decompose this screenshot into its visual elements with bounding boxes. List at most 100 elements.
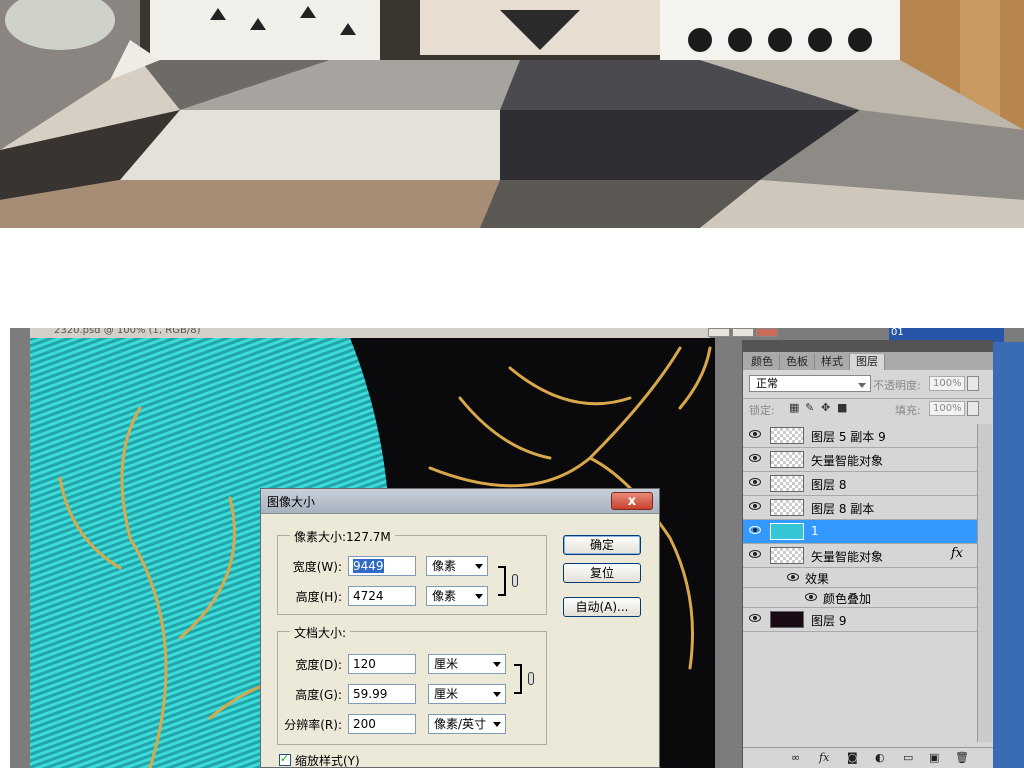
lock-all-icon[interactable]: ■ <box>837 401 847 414</box>
tab-color[interactable]: 颜色 <box>745 354 780 370</box>
pixel-width-value: 9449 <box>353 559 384 573</box>
lock-transparency-icon[interactable]: ▦ <box>789 401 799 414</box>
chevron-down-icon <box>493 722 501 727</box>
layer-thumbnail <box>770 475 804 492</box>
constrain-bracket <box>498 566 506 596</box>
dialog-title: 图像大小 <box>267 494 316 509</box>
visibility-eye-icon[interactable] <box>749 550 761 558</box>
pixel-height-input[interactable]: 4724 <box>348 586 416 606</box>
trash-icon[interactable]: 🗑 <box>955 751 969 764</box>
effect-item-row[interactable]: 颜色叠加 <box>743 588 977 608</box>
visibility-eye-icon[interactable] <box>805 593 817 601</box>
doc-width-unit: 厘米 <box>434 657 459 671</box>
doc-width-input[interactable]: 120 <box>348 654 416 674</box>
resolution-input[interactable]: 200 <box>348 714 416 734</box>
pixel-height-label: 高度(H): <box>295 590 342 604</box>
layer-thumbnail <box>770 427 804 444</box>
opacity-slider-button[interactable] <box>967 376 979 391</box>
pixel-height-unit-select[interactable]: 像素 <box>426 586 488 606</box>
lock-label: 锁定: <box>749 404 775 417</box>
effects-row[interactable]: 效果 <box>743 568 977 588</box>
fx-icon[interactable]: fx <box>951 546 963 561</box>
lock-row: 锁定: ▦ ✎ ✥ ■ 填充: 100% <box>743 398 993 421</box>
right-edge-strip <box>992 342 1024 768</box>
doc-height-input[interactable]: 59.99 <box>348 684 416 704</box>
bedroom-photo <box>0 0 1024 228</box>
layer-name: 矢量智能对象 <box>811 550 884 564</box>
new-layer-icon[interactable]: ▣ <box>929 751 939 764</box>
layer-row-selected[interactable]: 1 <box>743 520 977 544</box>
doc-height-unit-select[interactable]: 厘米 <box>428 684 506 704</box>
layers-list: 图层 5 副本 9 矢量智能对象 图层 8 图层 8 副本 1 矢量智能对象 f… <box>743 424 977 632</box>
panel-tabs: 颜色 色板 样式 图层 <box>743 352 993 370</box>
blend-row: 正常 不透明度: 100% <box>743 372 993 396</box>
scale-styles-checkbox[interactable] <box>279 752 291 766</box>
document-size-legend: 文档大小: <box>290 624 351 641</box>
maximize-button[interactable] <box>732 328 754 337</box>
layer-name: 图层 8 <box>811 478 847 492</box>
layer-row[interactable]: 图层 8 副本 <box>743 496 977 520</box>
visibility-eye-icon[interactable] <box>787 573 799 581</box>
lock-paint-icon[interactable]: ✎ <box>805 401 814 414</box>
visibility-eye-icon[interactable] <box>749 430 761 438</box>
tab-styles[interactable]: 样式 <box>815 354 850 370</box>
layer-row[interactable]: 图层 9 <box>743 608 977 632</box>
panel-bottom-toolbar: ∞ fx ◙ ◐ ▭ ▣ 🗑 <box>743 747 993 768</box>
link-icon[interactable]: ∞ <box>791 751 800 764</box>
auto-button[interactable]: 自动(A)... <box>563 597 641 617</box>
dialog-titlebar: 图像大小 <box>261 489 659 514</box>
minimize-button[interactable] <box>708 328 730 337</box>
ok-button[interactable]: 确定 <box>563 535 641 555</box>
visibility-eye-icon[interactable] <box>749 502 761 510</box>
blend-mode-select[interactable]: 正常 <box>749 375 871 392</box>
adjustment-icon[interactable]: ◐ <box>875 751 885 764</box>
visibility-eye-icon[interactable] <box>749 478 761 486</box>
layer-name: 1 <box>811 524 819 538</box>
fx-icon[interactable]: fx <box>819 751 829 764</box>
visibility-eye-icon[interactable] <box>749 526 761 534</box>
tab-swatches[interactable]: 色板 <box>780 354 815 370</box>
resolution-unit-select[interactable]: 像素/英寸 <box>428 714 506 734</box>
constrain-bracket <box>514 664 522 694</box>
layer-name: 图层 8 副本 <box>811 502 875 516</box>
doc-width-label: 宽度(D): <box>295 658 342 672</box>
layer-row[interactable]: 矢量智能对象 fx <box>743 544 977 568</box>
layer-thumbnail <box>770 451 804 468</box>
doc-height-unit: 厘米 <box>434 687 459 701</box>
fill-label: 填充: <box>895 404 921 417</box>
layer-thumbnail <box>770 523 804 540</box>
panel-header <box>743 340 993 352</box>
chevron-down-icon <box>493 692 501 697</box>
lock-move-icon[interactable]: ✥ <box>821 401 830 414</box>
pixel-height-unit: 像素 <box>432 589 457 603</box>
fill-slider-button[interactable] <box>967 401 979 416</box>
doc-width-unit-select[interactable]: 厘米 <box>428 654 506 674</box>
layer-row[interactable]: 图层 5 副本 9 <box>743 424 977 448</box>
layers-scrollbar[interactable] <box>977 424 992 742</box>
folder-icon[interactable]: ▭ <box>903 751 913 764</box>
opacity-label: 不透明度: <box>873 379 921 392</box>
close-document-button[interactable] <box>756 328 778 337</box>
tab-layers[interactable]: 图层 <box>850 354 885 370</box>
fill-field[interactable]: 100% <box>929 401 965 416</box>
layer-row[interactable]: 矢量智能对象 <box>743 448 977 472</box>
visibility-eye-icon[interactable] <box>749 454 761 462</box>
chevron-down-icon <box>858 383 866 388</box>
chain-link-icon <box>512 574 518 587</box>
opacity-field[interactable]: 100% <box>929 376 965 391</box>
close-button[interactable]: x <box>611 492 653 510</box>
image-size-dialog: 图像大小 x 像素大小:127.7M 宽度(W): 9449 像素 高度(H):… <box>260 488 660 768</box>
chain-link-icon <box>528 672 534 685</box>
pixel-width-unit-select[interactable]: 像素 <box>426 556 488 576</box>
pixel-dimensions-group: 像素大小:127.7M 宽度(W): 9449 像素 高度(H): 4724 像… <box>277 528 547 615</box>
layers-panel: 颜色 色板 样式 图层 正常 不透明度: 100% 锁定: ▦ ✎ ✥ ■ 填充… <box>742 340 993 768</box>
pixel-dimensions-legend: 像素大小:127.7M <box>290 528 395 545</box>
blend-mode-value: 正常 <box>756 377 778 390</box>
visibility-eye-icon[interactable] <box>749 614 761 622</box>
chevron-down-icon <box>475 564 483 569</box>
layer-row[interactable]: 图层 8 <box>743 472 977 496</box>
mask-icon[interactable]: ◙ <box>847 751 858 764</box>
reset-button[interactable]: 复位 <box>563 563 641 583</box>
pixel-width-input[interactable]: 9449 <box>348 556 416 576</box>
layer-thumbnail <box>770 499 804 516</box>
